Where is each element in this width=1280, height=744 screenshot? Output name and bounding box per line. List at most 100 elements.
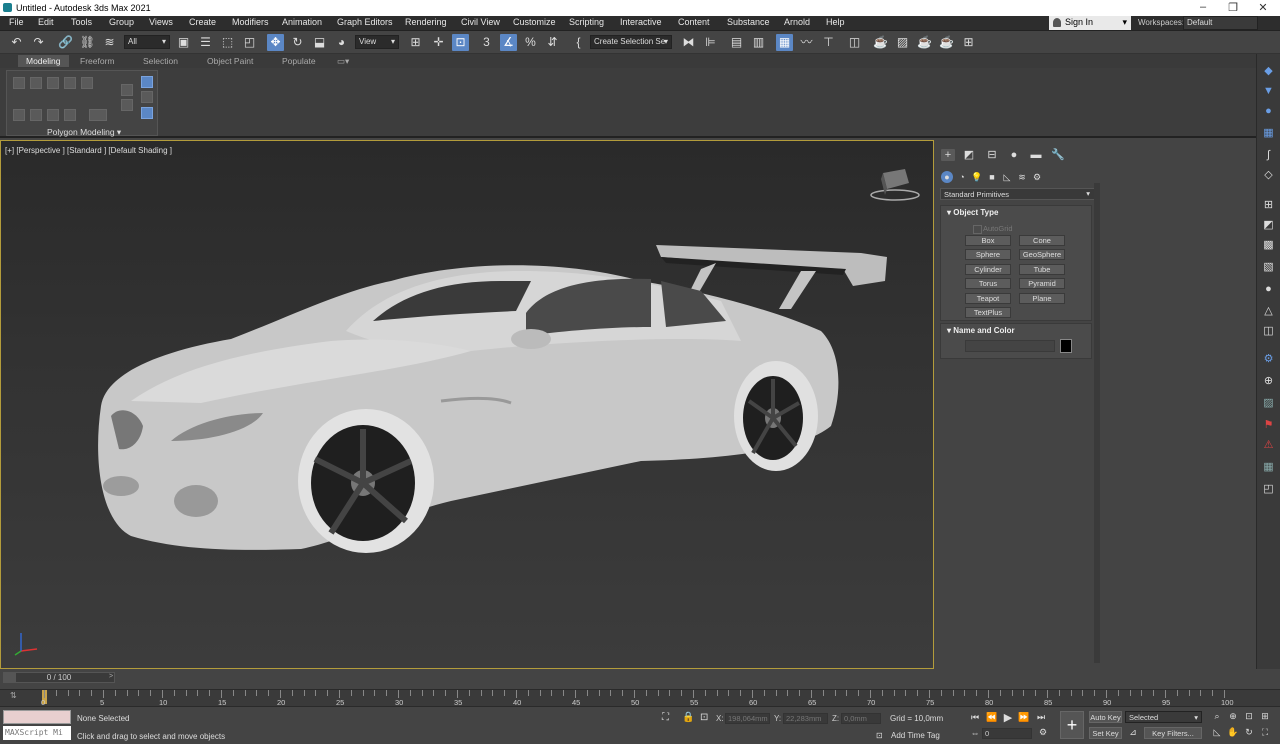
mirror-icon[interactable]: ⧓ <box>680 34 697 51</box>
menu-interactive[interactable]: Interactive <box>620 17 662 27</box>
cylinder-button[interactable]: Cylinder <box>965 264 1011 275</box>
layer-explorer-icon[interactable]: ▥ <box>750 34 767 51</box>
geometry-icon[interactable]: ● <box>941 171 953 183</box>
time-configuration-icon[interactable]: ⚙ <box>1036 727 1050 738</box>
restore-button[interactable]: ❐ <box>1218 1 1248 14</box>
add-time-tag[interactable]: Add Time Tag <box>891 731 940 740</box>
line-icon[interactable]: ∫ <box>1261 148 1276 163</box>
absolute-mode-icon[interactable]: ⊡ <box>700 712 708 723</box>
warning-icon[interactable]: ⚠ <box>1261 438 1276 453</box>
box-primitive-icon[interactable]: ◆ <box>1261 64 1276 79</box>
create-tab-icon[interactable]: + <box>941 149 955 161</box>
plane-button[interactable]: Plane <box>1019 293 1065 304</box>
previous-frame-icon[interactable]: ⏪ <box>985 712 999 723</box>
next-arrow-icon[interactable]: > <box>109 673 113 680</box>
modify-mode-icon[interactable] <box>13 109 25 121</box>
edge-icon[interactable] <box>30 77 42 89</box>
workspaces-dropdown[interactable]: Default <box>1183 16 1258 30</box>
maximize-viewport-icon[interactable]: ⛶ <box>1258 727 1272 738</box>
border-icon[interactable] <box>47 77 59 89</box>
redo-icon[interactable]: ↷ <box>30 34 47 51</box>
bitmap-icon[interactable]: ▧ <box>1261 260 1276 275</box>
tab-populate[interactable]: Populate <box>282 56 316 66</box>
undo-icon[interactable]: ↶ <box>8 34 25 51</box>
sphere-button[interactable]: Sphere <box>965 249 1011 260</box>
vertex-icon[interactable] <box>13 77 25 89</box>
pyramid-button[interactable]: Pyramid <box>1019 278 1065 289</box>
element-icon[interactable] <box>81 77 93 89</box>
collapse-stack-icon[interactable] <box>47 109 59 121</box>
plane-primitive-icon[interactable]: ▦ <box>1261 126 1276 141</box>
key-filters-button[interactable]: Key Filters... <box>1144 727 1202 739</box>
generate-topology-icon[interactable] <box>121 84 133 96</box>
cone-button[interactable]: Cone <box>1019 235 1065 246</box>
modify-tab-icon[interactable]: ◩ <box>962 149 976 161</box>
reference-coordinate-dropdown[interactable]: View ▾ <box>355 35 399 49</box>
crosshair-icon[interactable]: ⊕ <box>1261 374 1276 389</box>
object-type-header[interactable]: ▾ Object Type <box>941 206 1091 220</box>
motion-tab-icon[interactable]: ● <box>1007 149 1021 161</box>
time-tag-icon[interactable]: ⊡ <box>876 731 883 740</box>
box-button[interactable]: Box <box>965 235 1011 246</box>
menu-tools[interactable]: Tools <box>71 17 92 27</box>
zoom-extents-icon[interactable]: ⊡ <box>1242 711 1256 722</box>
sphere-primitive-icon[interactable]: ● <box>1261 104 1276 119</box>
tab-freeform[interactable]: Freeform <box>80 56 114 66</box>
show-end-result-icon[interactable] <box>141 76 153 88</box>
tab-modeling[interactable]: Modeling <box>18 55 69 67</box>
field-of-view-icon[interactable]: ◺ <box>1210 727 1224 738</box>
track-bar[interactable]: ⇅ 0 5 10 15 20 25 30 35 40 45 50 55 60 65 70 75 80 85 90 95… <box>0 689 1280 707</box>
maxscript-mini-listener[interactable]: MAXScript Mi <box>3 726 71 740</box>
systems-icon[interactable]: ⚙ <box>1031 171 1043 183</box>
utilities-tab-icon[interactable]: 🔧 <box>1051 149 1065 161</box>
render-setup-icon[interactable]: ☕ <box>872 34 889 51</box>
material-editor-icon[interactable]: ◫ <box>846 34 863 51</box>
select-object-icon[interactable]: ▣ <box>175 34 192 51</box>
menu-file[interactable]: File <box>9 17 24 27</box>
set-key-icon[interactable]: + <box>1060 711 1084 739</box>
geosphere-button[interactable]: GeoSphere <box>1019 249 1065 260</box>
menu-views[interactable]: Views <box>149 17 173 27</box>
maxscript-listener-output[interactable] <box>3 710 71 724</box>
isolate-selection-icon[interactable]: ⛶ <box>662 712 669 723</box>
hierarchy-tab-icon[interactable]: ⊟ <box>985 149 999 161</box>
cameras-icon[interactable]: ■ <box>986 171 998 183</box>
orbit-icon[interactable]: ↻ <box>1242 727 1256 738</box>
bind-spacewarp-icon[interactable]: ≋ <box>101 34 118 51</box>
ribbon-options-icon[interactable]: ▭▾ <box>337 56 349 67</box>
teapot-button[interactable]: Teapot <box>965 293 1011 304</box>
lights-icon[interactable]: 💡 <box>971 171 983 183</box>
map-browser-icon[interactable]: ⊞ <box>1261 198 1276 213</box>
space-warps-icon[interactable]: ≋ <box>1016 171 1028 183</box>
menu-content[interactable]: Content <box>678 17 710 27</box>
select-and-place-icon[interactable]: ◕ <box>333 34 350 51</box>
select-manipulate-icon[interactable]: ✛ <box>430 34 447 51</box>
select-and-scale-icon[interactable]: ⬓ <box>311 34 328 51</box>
polygon-modeling-label[interactable]: Polygon Modeling ▾ <box>47 127 121 138</box>
angle-snap-icon[interactable]: ∡ <box>500 34 517 51</box>
percent-snap-icon[interactable]: % <box>522 34 539 51</box>
zoom-extents-all-icon[interactable]: ⊞ <box>1258 711 1272 722</box>
select-and-move-icon[interactable]: ✥ <box>267 34 284 51</box>
torus-button[interactable]: Torus <box>965 278 1011 289</box>
display-tab-icon[interactable]: ▬ <box>1029 149 1043 161</box>
menu-customize[interactable]: Customize <box>513 17 556 27</box>
current-frame-field[interactable]: 0 <box>982 728 1032 739</box>
object-name-field[interactable] <box>965 340 1055 352</box>
pin-stack-icon[interactable] <box>141 91 153 103</box>
particle-icon[interactable]: ⚙ <box>1261 352 1276 367</box>
key-set-dropdown[interactable]: Selected ▾ <box>1125 711 1202 723</box>
tube-button[interactable]: Tube <box>1019 264 1065 275</box>
curve-editor-icon[interactable]: 〰 <box>798 34 815 51</box>
go-to-end-icon[interactable]: ⏭ <box>1034 712 1048 723</box>
flag-icon[interactable]: ⚑ <box>1261 418 1276 433</box>
track-view-toggle-icon[interactable]: ⇅ <box>10 691 17 700</box>
zoom-icon[interactable]: ⌕ <box>1210 711 1224 722</box>
pan-icon[interactable]: ✋ <box>1226 727 1240 738</box>
to-poly-icon[interactable] <box>64 109 76 121</box>
menu-civil-view[interactable]: Civil View <box>461 17 500 27</box>
textplus-button[interactable]: TextPlus <box>965 307 1011 318</box>
helpers-icon[interactable]: ◺ <box>1001 171 1013 183</box>
tab-object-paint[interactable]: Object Paint <box>207 56 253 66</box>
spinner-snap-icon[interactable]: ⇵ <box>544 34 561 51</box>
